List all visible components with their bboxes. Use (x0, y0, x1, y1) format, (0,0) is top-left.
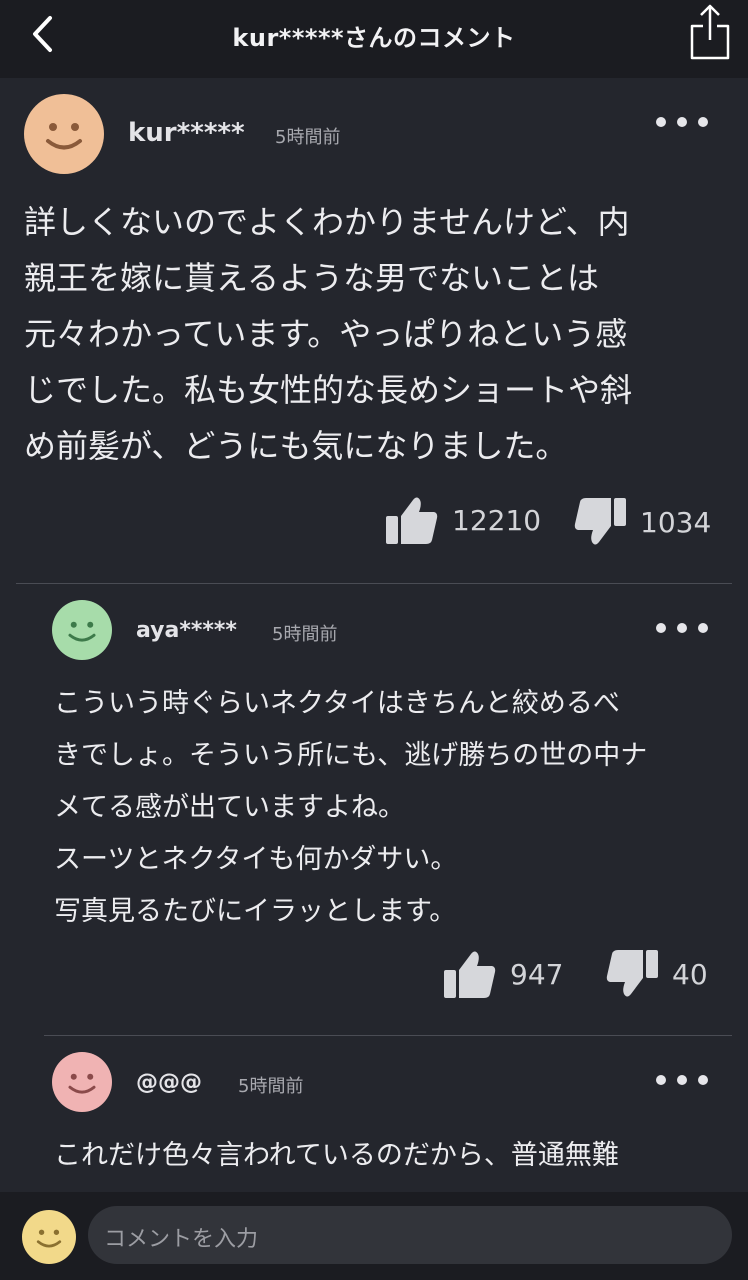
comment-composer: コメントを入力 (0, 1192, 748, 1280)
thumbs-down-icon (606, 950, 658, 997)
like-button[interactable]: 12210 (386, 496, 541, 544)
comment-body: こういう時ぐらいネクタイはきちんと絞めるべ きでしょ。そういう所にも、逃げ勝ちの… (54, 688, 648, 927)
dislike-count: 1034 (640, 505, 712, 539)
reply-comment: @@@ 5時間前 これだけ色々言われているのだから、普通無難 な無難で行きません… (0, 1036, 748, 1192)
main-comment: kur***** 5時間前 詳しくないのでよくわかりませんけど、内 親王を嫁に貰… (0, 78, 748, 584)
page-title: kur*****さんのコメント (232, 24, 516, 52)
more-dots-icon (656, 117, 666, 127)
user-avatar (22, 1210, 76, 1264)
thumbs-up-icon (386, 497, 438, 544)
more-dots-icon (656, 623, 666, 633)
share-icon (690, 4, 730, 60)
more-options-button[interactable] (652, 614, 712, 642)
smiley-avatar-icon (46, 123, 82, 150)
comment-input[interactable]: コメントを入力 (88, 1206, 732, 1264)
thumbs-down-icon (574, 498, 626, 545)
dislike-button[interactable]: 40 (606, 950, 708, 998)
smiley-avatar-icon (36, 1229, 62, 1248)
comment-author[interactable]: @@@ (136, 1070, 202, 1095)
reply-comment: aya***** 5時間前 こういう時ぐらいネクタイはきちんと絞めるべ きでしょ… (0, 584, 748, 1035)
dislike-button[interactable]: 1034 (574, 498, 711, 546)
more-options-button[interactable] (652, 108, 712, 136)
like-count: 12210 (452, 503, 542, 537)
avatar[interactable] (52, 1052, 112, 1112)
more-options-button[interactable] (652, 1066, 712, 1094)
avatar[interactable] (52, 600, 112, 660)
comment-time: 5時間前 (238, 1076, 304, 1097)
comment-time: 5時間前 (275, 127, 341, 148)
thumbs-up-icon (444, 951, 496, 998)
smiley-avatar-icon (68, 621, 96, 642)
dislike-count: 40 (672, 957, 708, 991)
comment-time: 5時間前 (272, 624, 338, 645)
like-count: 947 (510, 957, 564, 991)
comment-author[interactable]: kur***** (128, 118, 245, 148)
more-dots-icon (656, 1075, 666, 1085)
smiley-avatar-icon (68, 1073, 96, 1094)
top-bar: kur*****さんのコメント (0, 0, 748, 78)
like-button[interactable]: 947 (444, 950, 563, 998)
comment-body: これだけ色々言われているのだから、普通無難 な無難で行きませんか？ (54, 1140, 619, 1171)
comment-author[interactable]: aya***** (136, 618, 237, 643)
share-button[interactable] (686, 2, 736, 62)
comment-body: 詳しくないのでよくわかりませんけど、内 親王を嫁に貰えるような男でないことは 元… (24, 203, 633, 465)
avatar[interactable] (24, 94, 104, 174)
comment-input-placeholder: コメントを入力 (104, 1227, 259, 1252)
